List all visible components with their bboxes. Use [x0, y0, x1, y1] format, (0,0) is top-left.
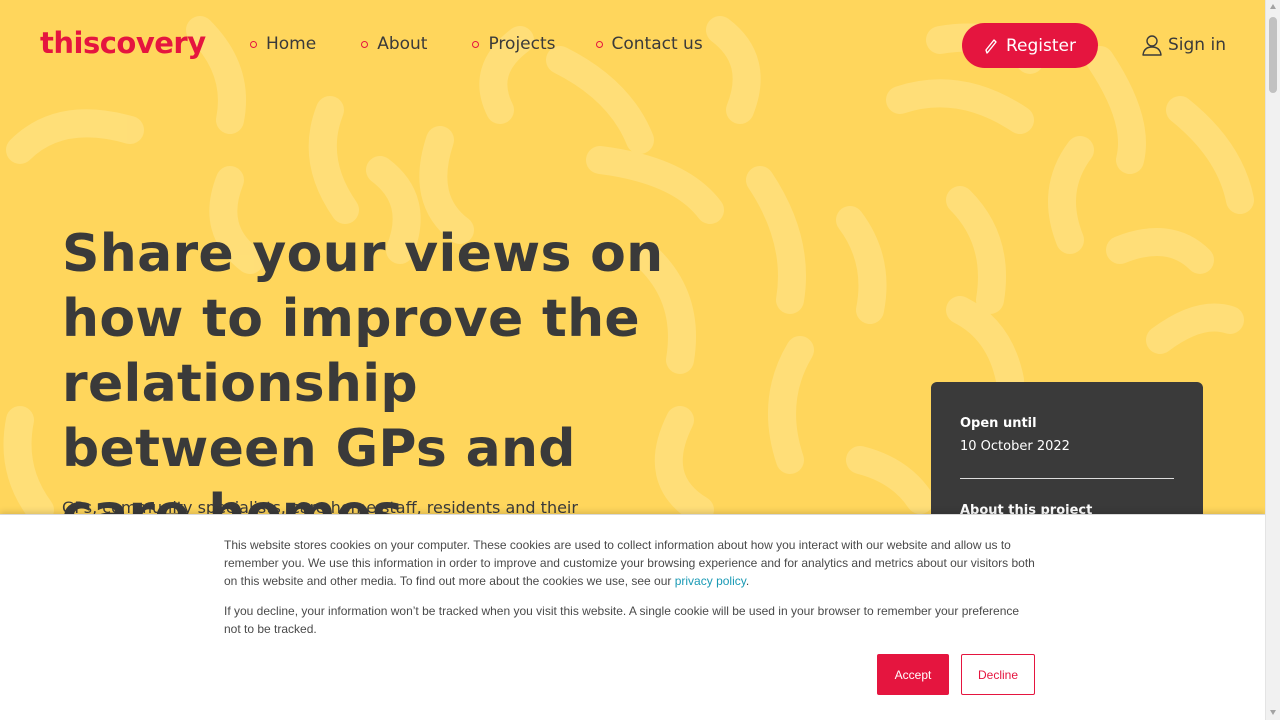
divider: [960, 478, 1174, 479]
bullet-icon: [361, 40, 369, 48]
sign-in-label: Sign in: [1168, 35, 1226, 55]
scroll-up-arrow-icon[interactable]: [1270, 4, 1276, 9]
open-until-date: 10 October 2022: [960, 439, 1070, 454]
bullet-icon: [472, 40, 480, 48]
nav-label: Home: [266, 34, 317, 54]
nav-item-contact[interactable]: Contact us: [595, 34, 703, 54]
nav-label: Contact us: [611, 34, 703, 54]
page: thiscovery Home About Projects Contact u…: [0, 0, 1265, 720]
main-nav: Home About Projects Contact us: [250, 34, 743, 54]
nav-item-projects[interactable]: Projects: [472, 34, 556, 54]
accept-cookies-button[interactable]: Accept: [877, 654, 949, 695]
decline-cookies-button[interactable]: Decline: [961, 654, 1035, 695]
register-label: Register: [1006, 35, 1076, 56]
pencil-icon: [985, 38, 997, 54]
cookie-text: This website stores cookies on your comp…: [224, 536, 1039, 638]
nav-item-home[interactable]: Home: [250, 34, 316, 54]
nav-label: About: [377, 34, 428, 54]
bullet-icon: [595, 40, 603, 48]
cookie-text-main: This website stores cookies on your comp…: [224, 538, 1035, 588]
open-until-label: Open until: [960, 416, 1037, 431]
site-logo[interactable]: thiscovery: [40, 26, 206, 60]
scroll-thumb[interactable]: [1269, 17, 1277, 93]
cookie-text-end: .: [745, 574, 750, 588]
scroll-down-arrow-icon[interactable]: [1270, 710, 1276, 715]
cookie-paragraph-1: This website stores cookies on your comp…: [224, 536, 1039, 590]
bullet-icon: [250, 40, 257, 48]
privacy-policy-link[interactable]: privacy policy: [675, 574, 746, 588]
sign-in-link[interactable]: Sign in: [1142, 34, 1226, 56]
register-button[interactable]: Register: [962, 23, 1098, 68]
nav-label: Projects: [488, 34, 556, 54]
cookie-banner: This website stores cookies on your comp…: [0, 514, 1265, 720]
cookie-paragraph-2: If you decline, your information won’t b…: [224, 604, 1020, 636]
vertical-scrollbar[interactable]: [1265, 0, 1280, 720]
user-icon: [1142, 35, 1162, 56]
logo-text: thiscovery: [40, 26, 206, 60]
nav-item-about[interactable]: About: [361, 34, 427, 54]
